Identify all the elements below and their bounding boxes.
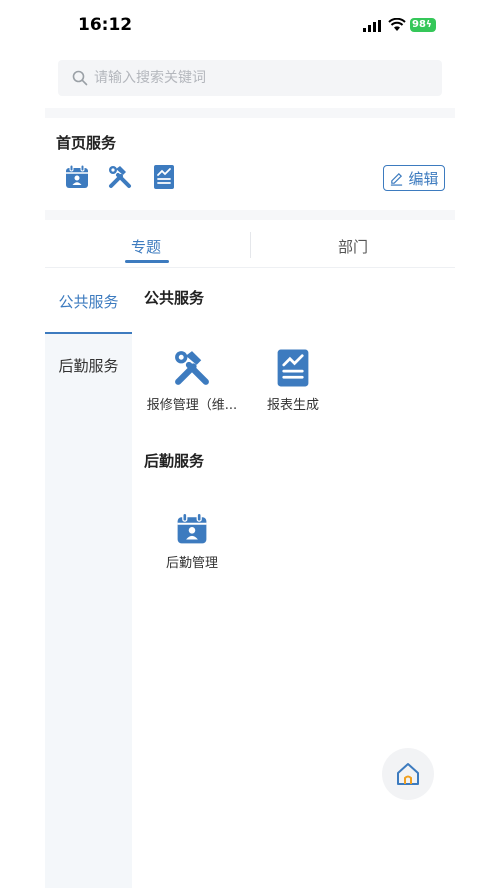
home-services-title: 首页服务 [56,134,117,152]
side-item-public-services[interactable]: 公共服务 [45,270,132,334]
search-input[interactable] [94,60,424,96]
section-title-public-services: 公共服务 [144,289,205,307]
report-icon [277,349,309,387]
home-button[interactable] [382,748,434,800]
battery-indicator: 98ϟ [410,18,436,32]
search-icon [72,70,88,86]
pencil-icon [391,172,403,186]
tab-bar: 专题 部门 [45,222,455,268]
calendar-person-icon [177,512,207,544]
tab-special[interactable]: 专题 [131,236,161,257]
edit-button[interactable]: 编辑 [383,165,445,191]
wifi-icon [388,18,406,31]
section-title-logistics-services: 后勤服务 [144,452,205,470]
tools-icon [175,351,209,385]
service-item-label: 后勤管理 [165,556,218,571]
service-item-logistics[interactable]: 后勤管理 [142,512,242,571]
tab-department[interactable]: 部门 [338,236,368,257]
calendar-person-icon[interactable] [64,164,90,190]
charging-icon: ϟ [425,20,432,30]
service-item-label: 报修管理（维... [146,398,238,413]
home-icon [397,763,419,785]
status-time: 16:12 [78,15,133,35]
status-bar: 16:12 98ϟ [0,0,500,50]
section-divider [45,108,455,118]
section-divider [45,210,455,220]
service-item-report[interactable]: 报表生成 [243,348,343,413]
tools-icon[interactable] [107,164,133,190]
report-icon[interactable] [151,164,177,190]
search-bar[interactable] [58,60,442,96]
service-item-label: 报表生成 [266,398,319,413]
category-menu: 公共服务 后勤服务 [45,270,132,888]
battery-level: 98 [412,19,426,30]
tab-divider [250,232,251,258]
edit-button-label: 编辑 [408,169,439,188]
service-item-repair[interactable]: 报修管理（维... [142,348,242,413]
signal-icon [363,20,381,32]
side-item-logistics-services[interactable]: 后勤服务 [45,334,132,398]
active-tab-indicator [125,260,169,263]
